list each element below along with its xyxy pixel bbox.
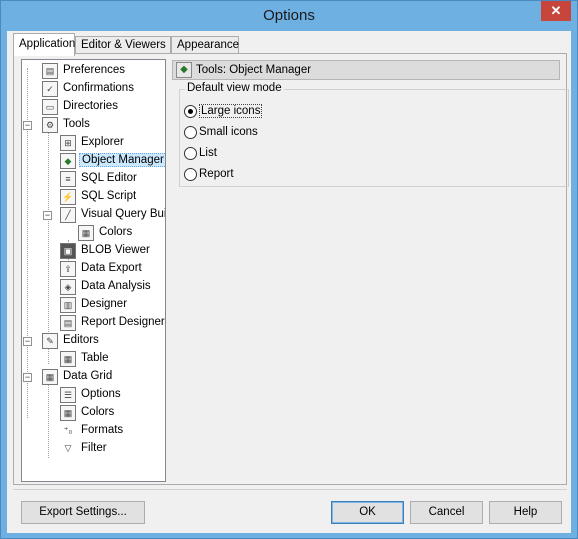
title-bar[interactable]: Options ✕ — [1, 1, 577, 31]
radio-label: List — [199, 147, 217, 159]
tab-editor-viewers-label: Editor & Viewers — [81, 39, 166, 51]
tab-application[interactable]: Application — [13, 33, 75, 56]
tree-item-label: Directories — [63, 100, 118, 112]
tree-item-label: Confirmations — [63, 82, 134, 94]
options-tree[interactable]: ▤ Preferences ✓ Confirmations ▭ Director… — [21, 59, 166, 482]
collapse-icon[interactable]: − — [43, 211, 52, 220]
confirmations-icon: ✓ — [42, 81, 58, 97]
options-window: Options ✕ Application Editor & Viewers A… — [0, 0, 578, 539]
panel-header-title: Tools: Object Manager — [196, 64, 312, 76]
sql-editor-icon: ≡ — [60, 171, 76, 187]
tree-item-label: Table — [81, 352, 109, 364]
tree-line — [48, 348, 49, 364]
object-manager-icon: ◆ — [60, 153, 76, 169]
tree-item-label: BLOB Viewer — [81, 244, 150, 256]
radio-dot — [184, 105, 197, 118]
data-grid-icon: ▦ — [42, 369, 58, 385]
close-button[interactable]: ✕ — [541, 1, 571, 21]
tree-item-label: Options — [81, 388, 121, 400]
tree-line — [48, 126, 49, 332]
cancel-button[interactable]: Cancel — [410, 501, 483, 524]
preferences-icon: ▤ — [42, 63, 58, 79]
colors-icon: ▦ — [60, 405, 76, 421]
tree-item-label: SQL Script — [81, 190, 137, 202]
visual-query-icon: ╱ — [60, 207, 76, 223]
tree-item-label: Data Export — [81, 262, 142, 274]
radio-dot — [184, 168, 197, 181]
tree-item-label: Object Manager — [79, 153, 165, 167]
tab-panel-application: ▤ Preferences ✓ Confirmations ▭ Director… — [13, 53, 569, 485]
collapse-icon[interactable]: − — [23, 373, 32, 382]
tree-item-label: Tools — [63, 118, 90, 130]
tree-item-label: SQL Editor — [81, 172, 137, 184]
colors-icon: ▦ — [78, 225, 94, 241]
tree-item-label: Data Grid — [63, 370, 113, 382]
blob-viewer-icon: ▣ — [60, 243, 76, 259]
export-settings-label: Export Settings... — [39, 506, 127, 518]
tree-item-label: Filter — [81, 442, 107, 454]
sql-script-icon: ⚡ — [60, 189, 76, 205]
tools-icon: ⚙ — [42, 117, 58, 133]
close-icon: ✕ — [550, 3, 562, 18]
tree-item-label: Designer — [81, 298, 128, 310]
report-designer-icon: ▤ — [60, 315, 76, 331]
tree-item-label: Explorer — [81, 136, 124, 148]
folder-icon: ▭ — [42, 99, 58, 115]
explorer-icon: ⊞ — [60, 135, 76, 151]
tree-item-label: Visual Query Build — [81, 208, 166, 220]
editors-icon: ✎ — [42, 333, 58, 349]
tree-item-label: Formats — [81, 424, 124, 436]
radio-dot — [184, 147, 197, 160]
bottom-separator — [13, 489, 567, 490]
tree-item-label: Data Analysis — [81, 280, 151, 292]
ok-label: OK — [359, 506, 376, 518]
radio-label: Small icons — [199, 126, 258, 138]
collapse-icon[interactable]: − — [23, 337, 32, 346]
tree-item-label: Report Designer — [81, 316, 165, 328]
tab-application-label: Application — [19, 38, 76, 50]
radio-dot — [184, 126, 197, 139]
dialog-client: Application Editor & Viewers Appearance … — [7, 31, 571, 533]
cancel-label: Cancel — [428, 506, 465, 518]
panel-header: ◆ Tools: Object Manager — [172, 60, 560, 80]
ok-button[interactable]: OK — [331, 501, 404, 524]
table-icon: ▦ — [60, 351, 76, 367]
filter-icon: ▽ — [64, 443, 72, 453]
options-icon: ☰ — [60, 387, 76, 403]
tree-line — [48, 384, 49, 458]
group-label: Default view mode — [185, 82, 284, 94]
tab-appearance-label: Appearance — [177, 39, 240, 51]
radio-label: Report — [199, 168, 234, 180]
window-title: Options — [263, 7, 315, 24]
object-manager-icon: ◆ — [176, 62, 192, 78]
designer-icon: ▥ — [60, 297, 76, 313]
tree-item-label: Preferences — [63, 64, 126, 76]
collapse-icon[interactable]: − — [23, 121, 32, 130]
tree-item-label: Colors — [99, 226, 133, 238]
help-label: Help — [513, 506, 538, 518]
data-analysis-icon: ◈ — [60, 279, 76, 295]
help-button[interactable]: Help — [489, 501, 562, 524]
formats-icon: ⁺₀ — [63, 425, 73, 435]
tree-item-label: Colors — [81, 406, 115, 418]
radio-label: Large icons — [199, 104, 263, 118]
tree-item-label: Editors — [63, 334, 99, 346]
data-export-icon: ⇪ — [60, 261, 76, 277]
export-settings-button[interactable]: Export Settings... — [21, 501, 145, 524]
